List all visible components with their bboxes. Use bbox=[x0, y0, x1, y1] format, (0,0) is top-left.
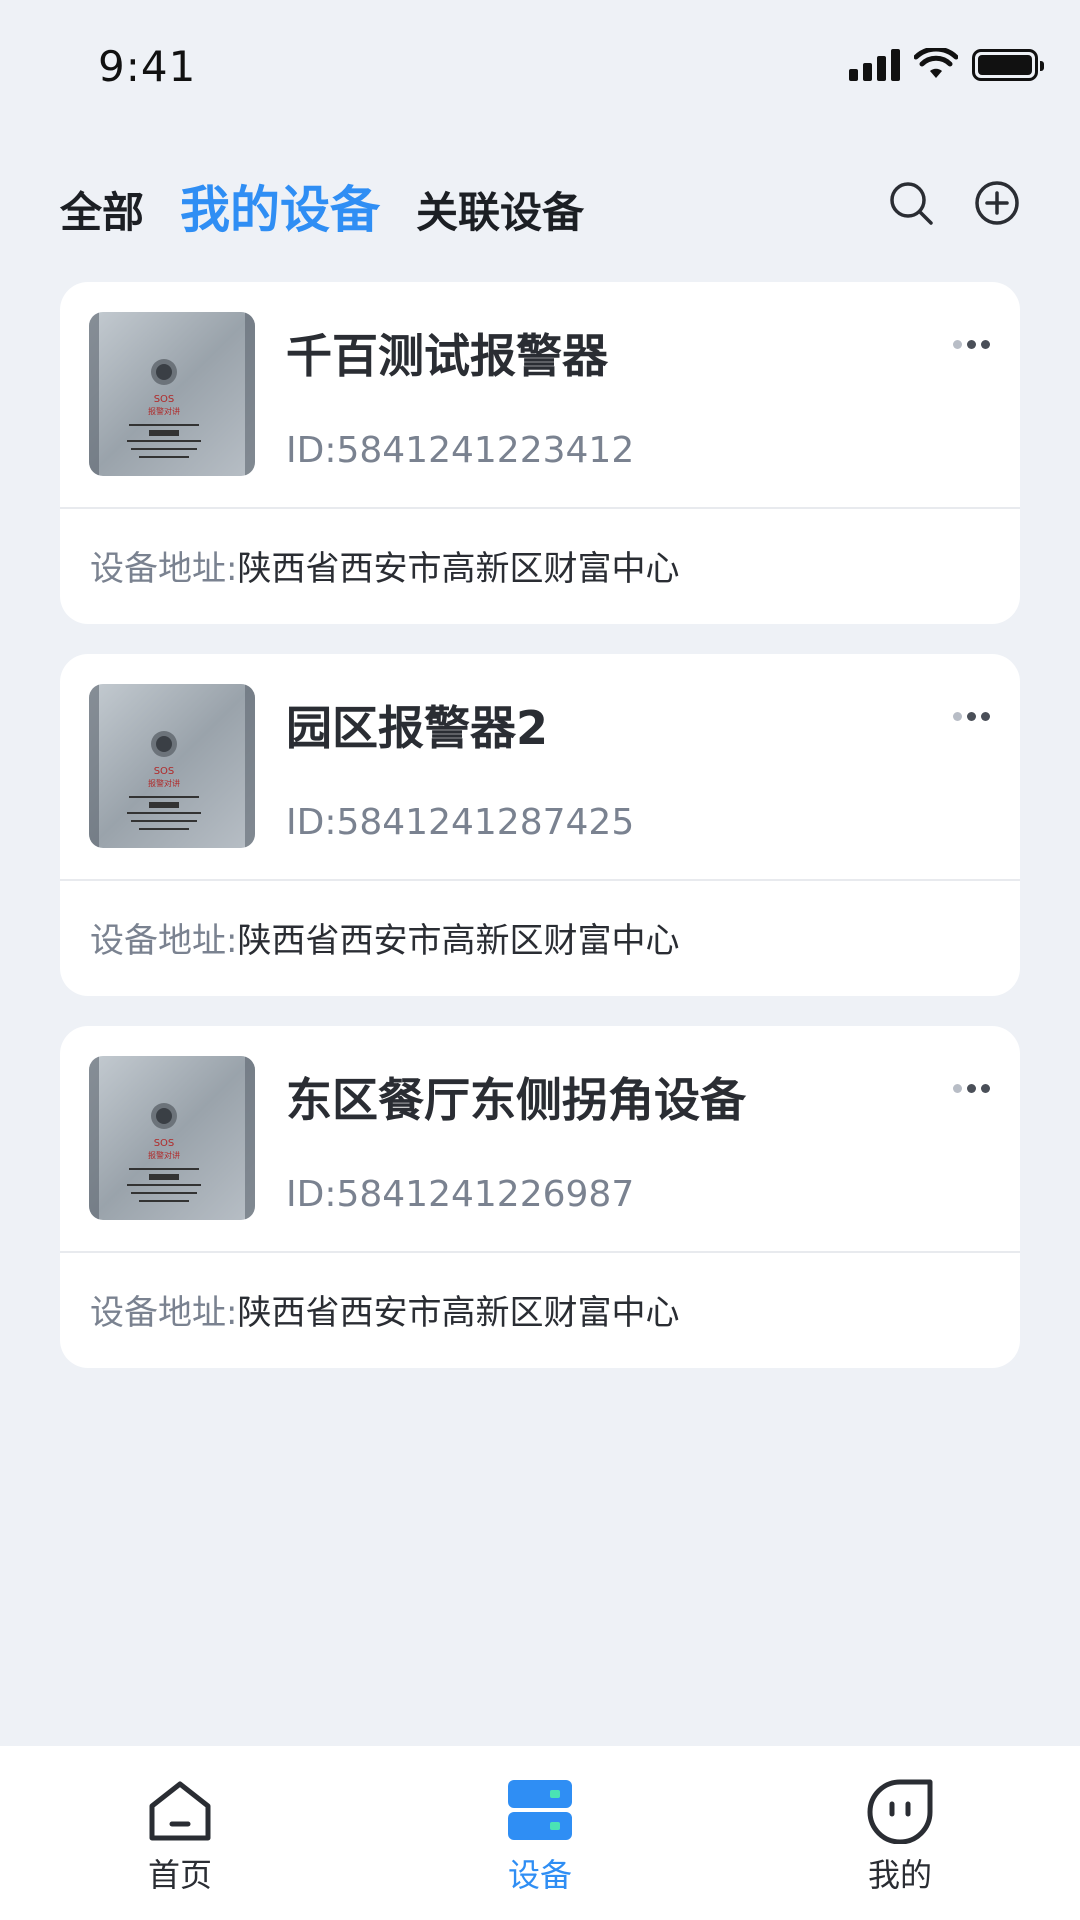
home-icon bbox=[149, 1781, 211, 1841]
device-id: ID:5841241287425 bbox=[286, 802, 635, 843]
thumbnail-sos-label: SOS bbox=[154, 1138, 175, 1149]
device-address-row: 设备地址: 陕西省西安市高新区财富中心 bbox=[60, 509, 1020, 622]
tab-linked-devices[interactable]: 关联设备 bbox=[416, 179, 584, 240]
status-bar: 9:41 bbox=[0, 0, 1080, 120]
thumbnail-caption: 报警对讲 bbox=[148, 406, 180, 416]
device-address: 陕西省西安市高新区财富中心 bbox=[237, 921, 680, 961]
device-card[interactable]: SOS 报警对讲 园区报警器2 ID:5841241287425 设备地址: 陕… bbox=[60, 654, 1020, 996]
thumbnail-caption: 报警对讲 bbox=[148, 778, 180, 788]
thumbnail-sos-label: SOS bbox=[154, 766, 175, 777]
device-card-header: SOS 报警对讲 千百测试报警器 ID:5841241223412 bbox=[60, 282, 1020, 509]
device-tabs: 全部 我的设备 关联设备 bbox=[60, 170, 584, 242]
status-time: 9:41 bbox=[98, 42, 197, 91]
thumbnail-sos-label: SOS bbox=[154, 394, 175, 405]
nav-home[interactable]: 首页 bbox=[80, 1746, 280, 1920]
device-list: SOS 报警对讲 千百测试报警器 ID:5841241223412 设备地址: … bbox=[60, 282, 1020, 1398]
search-icon[interactable] bbox=[888, 180, 934, 226]
wifi-icon bbox=[914, 48, 958, 78]
device-card-header: SOS 报警对讲 东区餐厅东侧拐角设备 ID:5841241226987 bbox=[60, 1026, 1020, 1253]
device-card[interactable]: SOS 报警对讲 东区餐厅东侧拐角设备 ID:5841241226987 设备地… bbox=[60, 1026, 1020, 1368]
bottom-nav: 首页 设备 我的 bbox=[0, 1746, 1080, 1920]
device-card-header: SOS 报警对讲 园区报警器2 ID:5841241287425 bbox=[60, 654, 1020, 881]
device-thumbnail: SOS 报警对讲 bbox=[89, 312, 255, 476]
device-address-row: 设备地址: 陕西省西安市高新区财富中心 bbox=[60, 881, 1020, 994]
device-thumbnail: SOS 报警对讲 bbox=[89, 684, 255, 848]
nav-profile-label: 我的 bbox=[867, 1856, 932, 1894]
device-id: ID:5841241223412 bbox=[286, 430, 635, 471]
add-circle-icon[interactable] bbox=[974, 180, 1020, 226]
device-name: 东区餐厅东侧拐角设备 bbox=[286, 1073, 746, 1127]
profile-icon bbox=[867, 1779, 933, 1844]
device-icon bbox=[508, 1780, 572, 1840]
nav-devices[interactable]: 设备 bbox=[440, 1746, 640, 1920]
cellular-signal-icon bbox=[849, 49, 900, 81]
more-options-icon[interactable] bbox=[953, 1084, 990, 1093]
device-card[interactable]: SOS 报警对讲 千百测试报警器 ID:5841241223412 设备地址: … bbox=[60, 282, 1020, 624]
tab-my-devices[interactable]: 我的设备 bbox=[180, 170, 380, 242]
device-name: 园区报警器2 bbox=[286, 701, 549, 755]
device-address-label: 设备地址: bbox=[90, 1293, 238, 1333]
header-actions bbox=[888, 180, 1020, 226]
status-icons bbox=[849, 48, 1044, 82]
device-address-label: 设备地址: bbox=[90, 549, 238, 589]
nav-home-label: 首页 bbox=[147, 1856, 212, 1894]
device-address: 陕西省西安市高新区财富中心 bbox=[237, 1293, 680, 1333]
device-address-label: 设备地址: bbox=[90, 921, 238, 961]
device-id: ID:5841241226987 bbox=[286, 1174, 635, 1215]
device-address-row: 设备地址: 陕西省西安市高新区财富中心 bbox=[60, 1253, 1020, 1366]
device-thumbnail: SOS 报警对讲 bbox=[89, 1056, 255, 1220]
nav-devices-label: 设备 bbox=[507, 1856, 572, 1894]
device-address: 陕西省西安市高新区财富中心 bbox=[237, 549, 680, 589]
more-options-icon[interactable] bbox=[953, 340, 990, 349]
more-options-icon[interactable] bbox=[953, 712, 990, 721]
battery-icon bbox=[972, 49, 1044, 81]
device-name: 千百测试报警器 bbox=[286, 329, 608, 383]
thumbnail-caption: 报警对讲 bbox=[148, 1150, 180, 1160]
tab-all[interactable]: 全部 bbox=[60, 179, 144, 240]
nav-profile[interactable]: 我的 bbox=[800, 1746, 1000, 1920]
